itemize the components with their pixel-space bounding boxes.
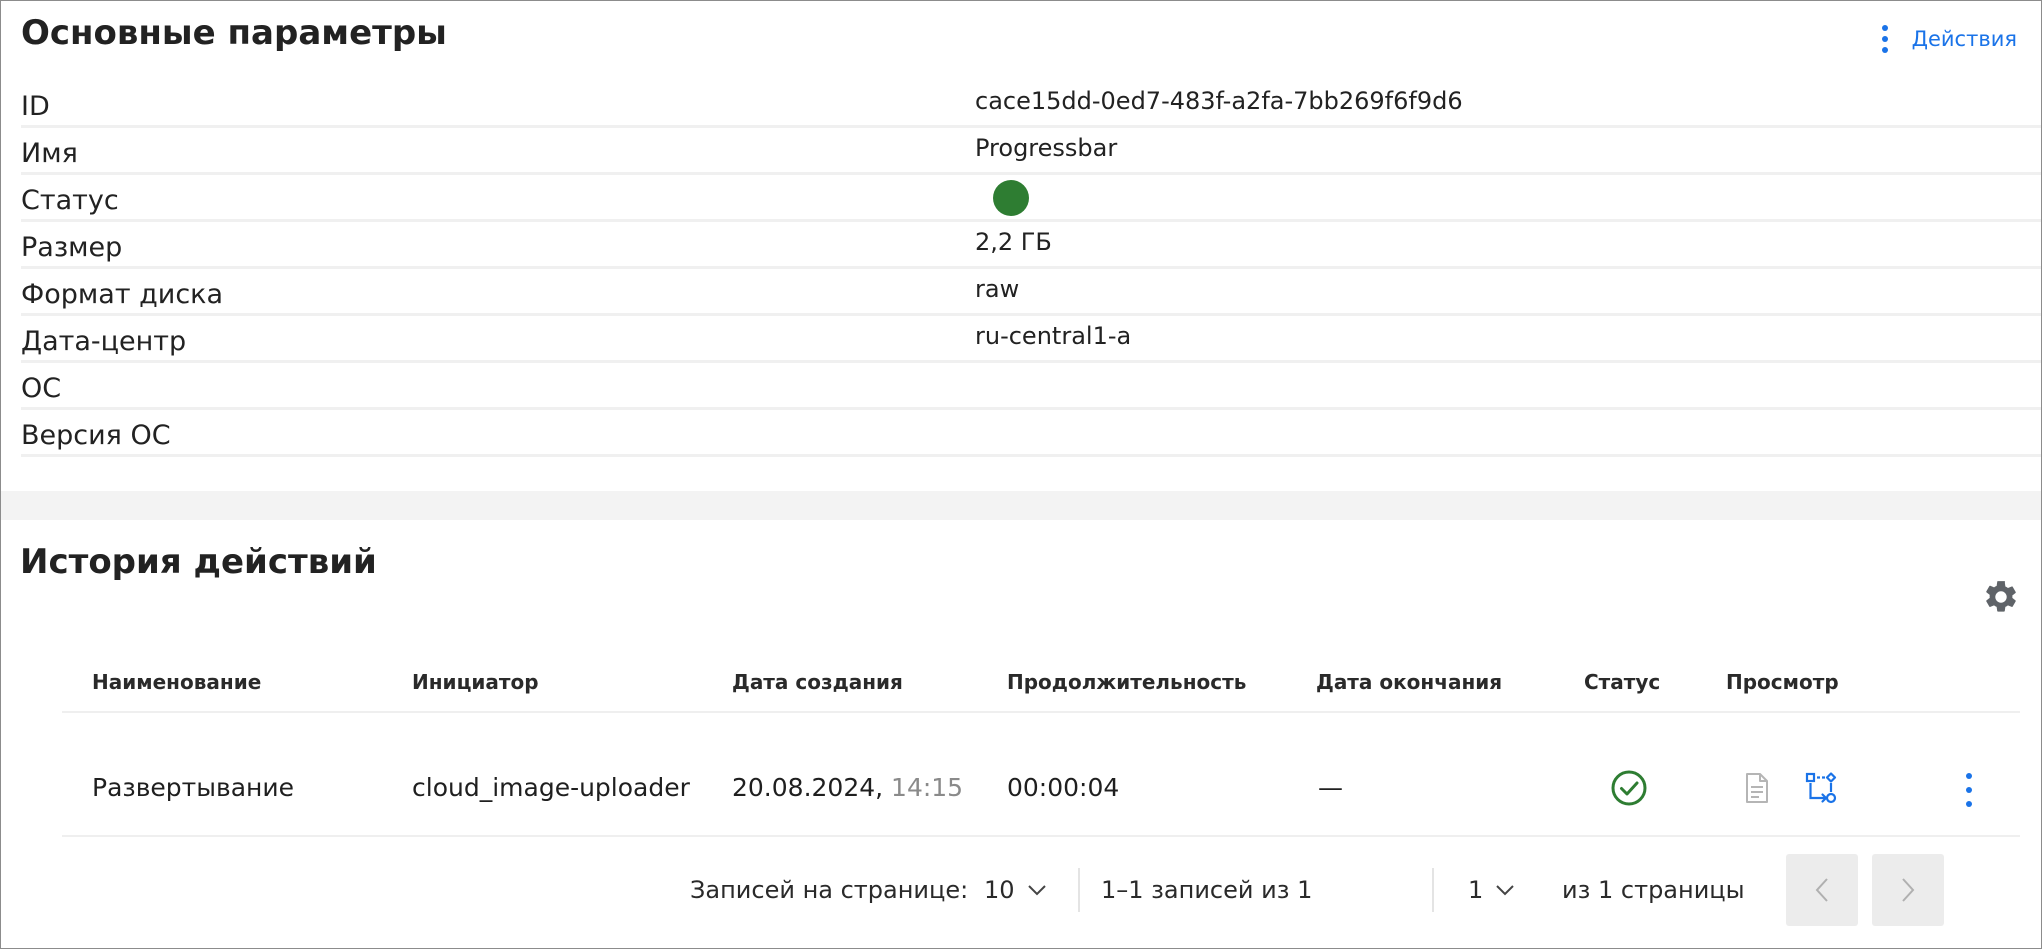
divider: [1432, 868, 1434, 912]
prop-label: Статус: [21, 185, 119, 216]
column-header-initiator[interactable]: Инициатор: [412, 668, 539, 696]
row-actions-menu-icon[interactable]: [1962, 773, 1976, 807]
workflow-icon[interactable]: [1804, 771, 1838, 805]
prop-row-datacenter: Дата-центр ru-central1-a: [21, 316, 2041, 363]
prop-row-name: Имя Progressbar: [21, 128, 2041, 175]
per-page-select[interactable]: 10: [984, 868, 1047, 912]
prop-row-os-version: Версия ОС: [21, 410, 2041, 457]
prop-label: Имя: [21, 138, 78, 169]
prop-row-status: Статус: [21, 175, 2041, 222]
document-icon: [1746, 773, 1768, 803]
chevron-down-icon: [1027, 885, 1046, 896]
prop-value: Progressbar: [975, 134, 1118, 162]
cell-duration: 00:00:04: [1007, 773, 1120, 802]
gear-icon[interactable]: [1982, 578, 2020, 616]
per-page-value: 10: [984, 876, 1015, 904]
divider: [1078, 868, 1080, 912]
section-divider: [1, 491, 2041, 520]
prop-label: Версия ОС: [21, 420, 171, 451]
chevron-down-icon: [1496, 885, 1514, 896]
prop-value: ru-central1-a: [975, 322, 1132, 350]
prop-row-os: ОС: [21, 363, 2041, 410]
cell-created-time: 14:15: [891, 773, 964, 802]
cell-created-date: 20.08.2024,: [732, 773, 884, 802]
pagination-bar: Записей на странице: 10 1–1 записей из 1…: [0, 854, 2042, 926]
prop-label: Формат диска: [21, 279, 224, 310]
prop-value: cace15dd-0ed7-483f-a2fa-7bb269f6f9d6: [975, 87, 1463, 115]
prop-value: raw: [975, 275, 1020, 303]
column-header-view: Просмотр: [1726, 670, 1839, 694]
chevron-right-icon: [1902, 878, 1915, 902]
column-header-created[interactable]: Дата создания: [732, 668, 903, 696]
page-value: 1: [1468, 876, 1484, 904]
cell-name: Развертывание: [92, 773, 295, 802]
check-circle-icon: [1611, 770, 1647, 806]
actions-menu-button[interactable]: Действия: [1880, 19, 2017, 59]
prop-row-id: ID cace15dd-0ed7-483f-a2fa-7bb269f6f9d6: [21, 81, 2041, 128]
page-select[interactable]: 1: [1468, 868, 1515, 912]
cell-created: 20.08.2024, 14:15: [732, 773, 963, 803]
column-header-status[interactable]: Статус: [1584, 668, 1660, 696]
more-vertical-icon: [1880, 25, 1890, 53]
prop-row-disk-format: Формат диска raw: [21, 269, 2041, 316]
next-page-button[interactable]: [1872, 854, 1944, 926]
chevron-left-icon: [1815, 878, 1828, 902]
per-page-label: Записей на странице:: [690, 876, 969, 904]
history-title: История действий: [20, 542, 377, 582]
main-params-title: Основные параметры: [21, 13, 447, 53]
history-table-header: Наименование Инициатор Дата создания Про…: [62, 656, 2020, 713]
column-header-duration[interactable]: Продолжительность: [1007, 668, 1246, 696]
cell-initiator: cloud_image-uploader: [412, 773, 690, 802]
page-total-text: из 1 страницы: [1562, 876, 1745, 904]
actions-label: Действия: [1911, 27, 2017, 51]
main-params-panel: Основные параметры Действия ID cace15dd-…: [1, 1, 2041, 491]
prop-label: Дата-центр: [21, 326, 187, 357]
column-header-end-date[interactable]: Дата окончания: [1316, 668, 1502, 696]
prop-value: 2,2 ГБ: [975, 228, 1052, 256]
prop-label: ОС: [21, 373, 62, 404]
prev-page-button[interactable]: [1786, 854, 1858, 926]
prop-label: ID: [21, 91, 50, 122]
records-range-text: 1–1 записей из 1: [1101, 876, 1313, 904]
table-row[interactable]: Развертывание cloud_image-uploader 20.08…: [62, 713, 2020, 837]
cell-end-date: —: [1318, 773, 1343, 802]
prop-label: Размер: [21, 232, 123, 263]
status-indicator-dot: [993, 180, 1029, 216]
column-header-name[interactable]: Наименование: [92, 668, 261, 696]
prop-row-size: Размер 2,2 ГБ: [21, 222, 2041, 269]
